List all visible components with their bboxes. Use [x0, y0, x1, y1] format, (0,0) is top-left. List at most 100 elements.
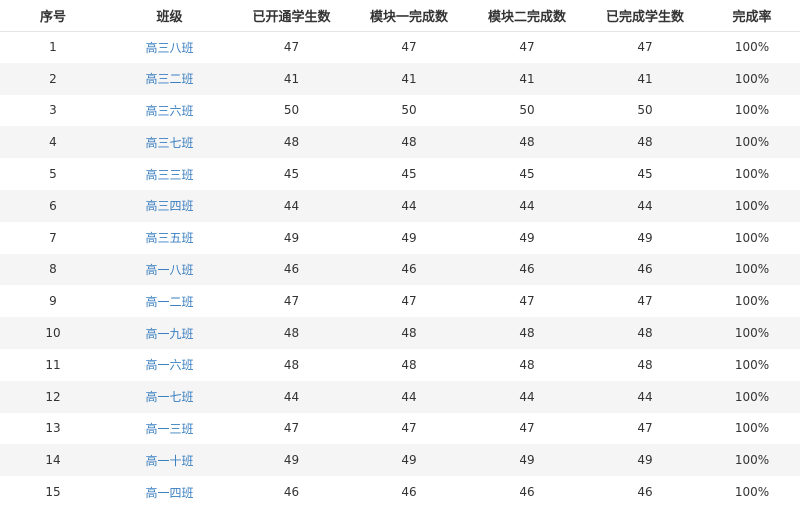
class-link[interactable]: 高一八班: [145, 263, 193, 277]
table-row: 10 高一九班 48 48 48 48 100%: [0, 317, 800, 349]
cell-module1: 48: [401, 326, 417, 341]
cell-index: 13: [45, 421, 61, 436]
cell-index: 2: [49, 71, 57, 86]
cell-module1: 44: [401, 198, 417, 213]
table-body: 1 高三八班 47 47 47 47 100% 2 高三二班 41 41 4 1 …: [0, 31, 800, 508]
cell-class: 高三二班: [106, 63, 233, 95]
cell-rate: 100%: [734, 485, 770, 500]
class-link[interactable]: 高一四班: [145, 486, 193, 500]
cell-module2: 47: [519, 294, 535, 309]
cell-module1: 47: [401, 294, 417, 309]
class-completion-table: 序号 班级 已开通学生数 模块一完成数 模块二完成数 已完成学生数 完成率 1 …: [0, 0, 800, 508]
cell-completed: 46: [637, 262, 653, 277]
cell-module2: 45: [519, 167, 535, 182]
cell-module2: 46: [519, 485, 535, 500]
class-link[interactable]: 高一六班: [145, 358, 193, 372]
cell-rate: 100%: [734, 421, 770, 436]
cell-opened: 48: [283, 326, 300, 341]
cell-module2: 47: [519, 40, 535, 55]
cell-module2: 48: [519, 135, 535, 150]
cell-module2: 50: [519, 103, 535, 118]
cell-index: 12: [45, 389, 61, 404]
table-row: 4 高三七班 48 48 48 48 100%: [0, 126, 800, 159]
class-link[interactable]: 高三八班: [145, 41, 193, 55]
cell-index: 14: [45, 453, 61, 468]
cell-rate: 100%: [734, 389, 770, 404]
table-row: 13 高一三班 47 47 47 47 100%: [0, 412, 800, 445]
cell-opened: 47: [283, 40, 300, 55]
header-completed-students: 已完成学生数: [586, 0, 704, 32]
class-link[interactable]: 高三七班: [145, 136, 193, 150]
header-class: 班级: [106, 0, 233, 32]
table-row: 6 高三四班 44 44 44 44 100%: [0, 189, 800, 222]
cell-module1: 47: [401, 40, 417, 55]
table-row: 14 高一十班 49 49 49 49 100%: [0, 444, 800, 477]
cell-module1: 50: [401, 103, 417, 118]
class-link[interactable]: 高三六班: [145, 104, 193, 118]
cell-class: 高一二班: [106, 285, 233, 317]
cell-class: 高一八班: [106, 254, 233, 286]
cell-class: 高三四班: [106, 190, 233, 222]
class-link[interactable]: 高三三班: [145, 168, 193, 182]
cell-index: 6: [49, 198, 57, 213]
table-row: 1 高三八班 47 47 47 47 100%: [0, 31, 800, 63]
cell-class: 高三三班: [106, 158, 233, 190]
cell-index: 5: [49, 167, 57, 182]
cell-rate: 100%: [734, 167, 770, 182]
class-link[interactable]: 高一三班: [145, 422, 193, 436]
class-link[interactable]: 高三四班: [145, 199, 193, 213]
cell-rate: 100%: [734, 262, 770, 277]
cell-opened: 49: [283, 230, 300, 245]
cell-index: 8: [49, 262, 57, 277]
table-row: 7 高三五班 49 49 49 49 100%: [0, 221, 800, 254]
table-header: 序号 班级 已开通学生数 模块一完成数 模块二完成数 已完成学生数 完成率: [0, 0, 800, 32]
cell-opened: 47: [283, 294, 300, 309]
cell-module2: 48: [519, 326, 535, 341]
cell-module2: 44: [519, 389, 535, 404]
cell-module1: 49: [401, 453, 417, 468]
cell-rate: 100%: [734, 357, 770, 372]
cell-rate: 100%: [734, 198, 770, 213]
cell-module1: 44: [401, 389, 417, 404]
cell-class: 高三六班: [106, 95, 233, 127]
cell-completed: 48: [637, 135, 653, 150]
header-completion-rate: 完成率: [704, 0, 800, 32]
cell-index: 1: [49, 40, 57, 55]
cell-class: 高三五班: [106, 222, 233, 254]
cell-opened: 47: [283, 421, 300, 436]
cell-module1: 48: [401, 357, 417, 372]
cell-rate: 100%: [734, 326, 770, 341]
table-row: 9 高一二班 47 47 47 47 100%: [0, 285, 800, 318]
cell-module1: 41: [401, 71, 417, 86]
cell-module1: 49: [401, 230, 417, 245]
cell-completed: 41: [637, 71, 653, 86]
table-row: 5 高三三班 45 45 45 45 100%: [0, 158, 800, 190]
cell-index: 4: [49, 135, 57, 150]
class-link[interactable]: 高三五班: [145, 231, 193, 245]
class-link[interactable]: 高三二班: [145, 72, 193, 86]
cell-module1: 46: [401, 262, 417, 277]
class-completion-table-container: 序号 班级 已开通学生数 模块一完成数 模块二完成数 已完成学生数 完成率 1 …: [0, 0, 800, 512]
cell-rate: 100%: [734, 103, 770, 118]
class-link[interactable]: 高一二班: [145, 295, 193, 309]
cell-completed: 46: [637, 485, 653, 500]
cell-index: 10: [45, 326, 61, 341]
cell-module2: 48: [519, 357, 535, 372]
class-link[interactable]: 高一九班: [145, 327, 193, 341]
cell-opened: 41: [283, 71, 300, 86]
cell-completed: 47: [637, 40, 653, 55]
header-opened-students: 已开通学生数: [233, 0, 350, 32]
class-link[interactable]: 高一十班: [145, 454, 193, 468]
class-link[interactable]: 高一七班: [145, 390, 193, 404]
cell-module1: 46: [401, 485, 417, 500]
cell-completed: 47: [637, 294, 653, 309]
cell-rate: 100%: [734, 294, 770, 309]
cell-class: 高三八班: [106, 31, 233, 63]
cell-rate: 100%: [734, 453, 770, 468]
cell-module2: 49: [519, 453, 535, 468]
cell-completed: 49: [637, 453, 653, 468]
header-module2-completed: 模块二完成数: [468, 0, 586, 32]
cell-completed: 44: [637, 389, 653, 404]
cell-class: 高一四班: [106, 476, 233, 508]
cell-index: 15: [45, 485, 61, 500]
